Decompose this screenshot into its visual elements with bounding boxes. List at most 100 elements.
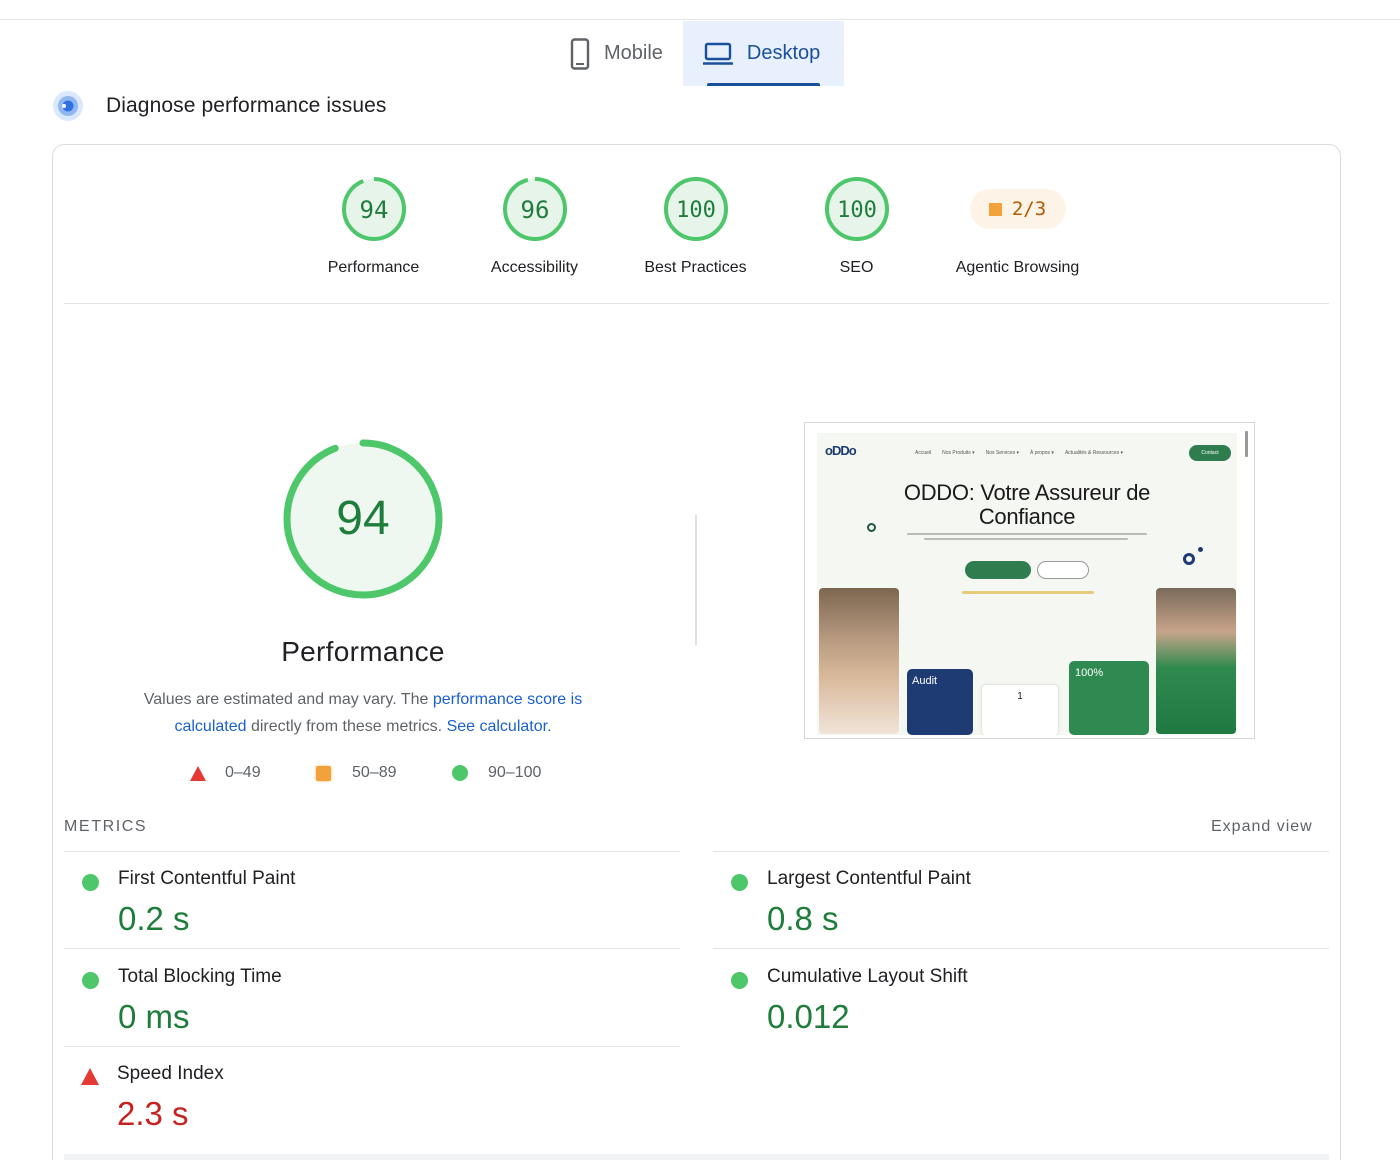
- site-photo-family: [819, 588, 899, 734]
- site-contact-button: Contact: [1189, 445, 1231, 461]
- score-value: 100: [837, 198, 877, 223]
- site-nav-item: Actualités & Ressources ▾: [1064, 450, 1124, 456]
- legend-range: 50–89: [352, 764, 397, 781]
- top-divider: [0, 19, 1400, 20]
- site-stat-card: 1: [982, 685, 1058, 735]
- site-nav-item: Nos Produits ▾: [942, 450, 975, 456]
- metric-name: Cumulative Layout Shift: [767, 966, 968, 987]
- screenshot-content: oDDo Accueil Nos Produits ▾ Nos Services…: [817, 433, 1237, 735]
- fail-triangle-icon: [81, 1068, 99, 1085]
- metric-value: 0 ms: [118, 998, 190, 1035]
- legend-pass: 90–100: [452, 764, 541, 782]
- summary-gauges: 94 Performance 96 Accessibility 100 Best…: [293, 176, 1098, 277]
- legend-range: 0–49: [225, 764, 261, 781]
- average-square-icon: [988, 202, 1002, 216]
- site-percent-card: 100%: [1069, 661, 1149, 735]
- gauge-best-practices[interactable]: 100 Best Practices: [615, 176, 776, 277]
- gauge-agentic-browsing[interactable]: 2/3 Agentic Browsing: [937, 176, 1098, 277]
- site-nav-item: Nos Services ▾: [985, 450, 1020, 456]
- score-ring: 100: [663, 177, 728, 241]
- decor-ring: [867, 523, 876, 532]
- score-value: 96: [520, 196, 549, 224]
- gauge-label: SEO: [839, 259, 874, 276]
- score-ring: 96: [502, 177, 567, 241]
- gauge-accessibility[interactable]: 96 Accessibility: [454, 176, 615, 277]
- pass-circle-icon: [82, 972, 99, 989]
- metric-name: Largest Contentful Paint: [767, 868, 971, 889]
- metric-name: Total Blocking Time: [118, 966, 282, 987]
- note-text: Values are estimated and may vary. The: [143, 691, 433, 708]
- legend-average: 50–89: [316, 764, 452, 782]
- score-legend: 0–49 50–89 90–100: [190, 764, 541, 782]
- screenshot-scrollbar: [1245, 431, 1248, 457]
- score-value: 2/3: [1011, 198, 1047, 220]
- site-subtitle-lines: [907, 533, 1147, 543]
- gauge-label: Performance: [327, 259, 420, 276]
- pass-circle-icon: [82, 874, 99, 891]
- metric-value: 2.3 s: [117, 1095, 189, 1132]
- performance-gauge: 94: [283, 439, 443, 599]
- vertical-divider: [695, 515, 697, 645]
- gauge-label: Agentic Browsing: [955, 259, 1080, 276]
- device-tabs: Mobile Desktop: [550, 21, 844, 86]
- gauge-performance[interactable]: 94 Performance: [293, 176, 454, 277]
- site-cta-secondary: [1037, 561, 1089, 579]
- tab-desktop[interactable]: Desktop: [682, 21, 844, 86]
- note-text: directly from these metrics.: [246, 718, 447, 735]
- metric-value: 0.2 s: [118, 900, 190, 937]
- estimate-note: Values are estimated and may vary. The p…: [118, 686, 608, 740]
- site-nav: Accueil Nos Produits ▾ Nos Services ▾ À …: [915, 450, 1123, 456]
- gauge-seo[interactable]: 100 SEO: [776, 176, 937, 277]
- tab-mobile[interactable]: Mobile: [550, 21, 683, 86]
- site-title: ODDO: Votre Assureur de Confiance: [903, 480, 1151, 529]
- agentic-score-pill: 2/3: [969, 189, 1066, 229]
- performance-score: 94: [336, 492, 389, 545]
- see-calculator-link[interactable]: See calculator.: [447, 718, 552, 735]
- site-logo: oDDo: [825, 443, 857, 458]
- site-nav-item: Accueil: [915, 450, 932, 456]
- diagnose-icon: [53, 91, 83, 121]
- pass-circle-icon: [452, 765, 468, 781]
- legend-range: 90–100: [488, 764, 542, 781]
- score-value: 94: [359, 196, 388, 224]
- tab-mobile-label: Mobile: [604, 42, 663, 64]
- gauge-label: Accessibility: [490, 259, 579, 276]
- score-ring: 94: [341, 177, 406, 241]
- tab-desktop-label: Desktop: [746, 42, 821, 64]
- score-value: 100: [676, 198, 716, 223]
- site-photo-man: [1156, 588, 1236, 734]
- metric-divider: [713, 851, 1329, 852]
- metric-divider: [64, 1046, 680, 1047]
- metric-name: First Contentful Paint: [118, 868, 296, 889]
- section-title: Diagnose performance issues: [106, 94, 387, 117]
- page-screenshot[interactable]: oDDo Accueil Nos Produits ▾ Nos Services…: [804, 422, 1255, 739]
- score-ring: 100: [824, 177, 889, 241]
- site-audit-card: Audit: [907, 669, 973, 735]
- metric-value: 0.012: [767, 998, 850, 1035]
- gauge-label: Best Practices: [644, 259, 747, 276]
- legend-fail: 0–49: [190, 764, 316, 782]
- pass-circle-icon: [731, 972, 748, 989]
- average-square-icon: [316, 765, 331, 781]
- metric-divider: [64, 851, 680, 852]
- pass-circle-icon: [731, 874, 748, 891]
- site-nav-item: À propos ▾: [1030, 450, 1054, 456]
- metric-divider: [64, 948, 680, 949]
- phone-icon: [570, 37, 590, 70]
- site-rating-line: [962, 591, 1094, 594]
- site-cta-primary: [965, 561, 1031, 579]
- decor-dot: [1198, 547, 1203, 552]
- metric-divider: [713, 948, 1329, 949]
- fail-triangle-icon: [190, 765, 206, 781]
- site-stat-value: 1: [1017, 691, 1023, 702]
- decor-ring: [1183, 553, 1195, 565]
- performance-title: Performance: [281, 636, 445, 667]
- site-audit-label: Audit: [912, 675, 938, 687]
- metric-name: Speed Index: [117, 1063, 224, 1084]
- summary-divider: [64, 303, 1329, 304]
- bottom-strip: [64, 1154, 1329, 1160]
- expand-view-toggle[interactable]: Expand view: [1211, 818, 1313, 836]
- laptop-icon: [702, 42, 733, 65]
- site-percent-value: 100%: [1075, 667, 1104, 679]
- section-header: Diagnose performance issues: [52, 90, 387, 122]
